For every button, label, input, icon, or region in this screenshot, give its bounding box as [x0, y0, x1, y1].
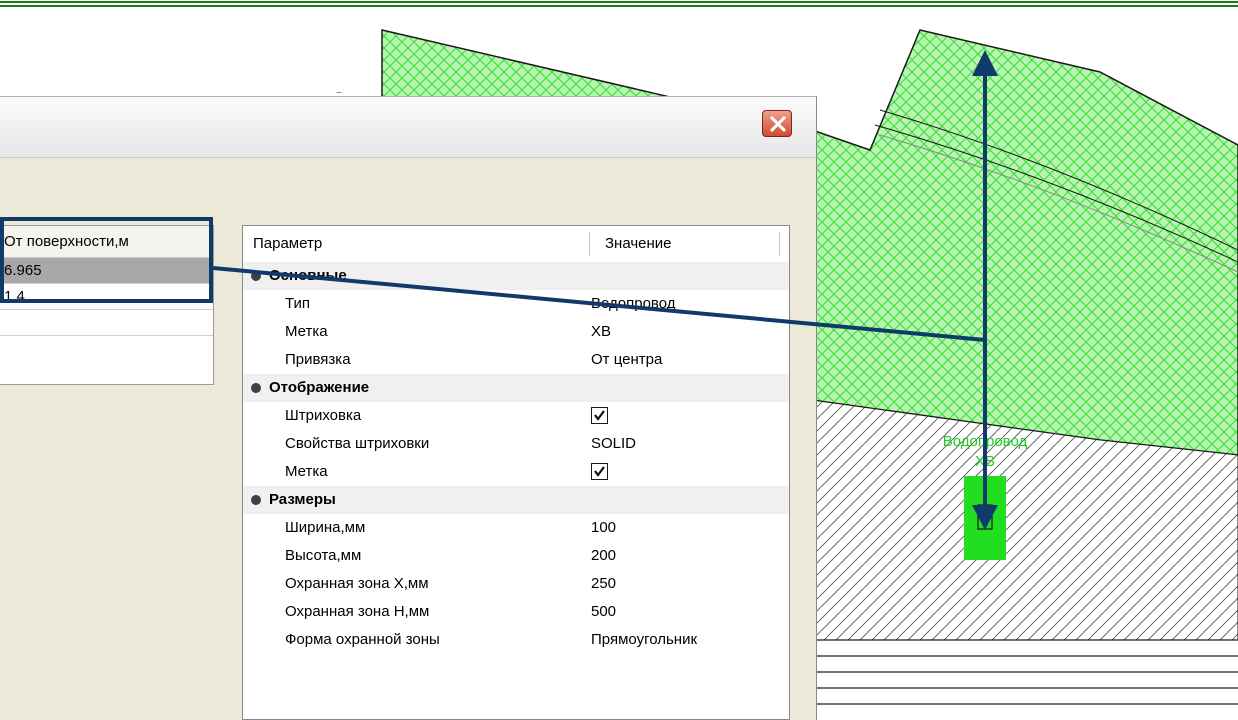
property-row-height[interactable]: Высота,мм 200 [243, 542, 789, 570]
property-row-zone-h[interactable]: Охранная зона H,мм 500 [243, 598, 789, 626]
property-row-hatch-props[interactable]: Свойства штриховки SOLID [243, 430, 789, 458]
property-value[interactable]: 500 [591, 598, 616, 626]
property-grid: Параметр Значение Основные Тип Водопрово… [242, 225, 790, 720]
property-value[interactable]: От центра [591, 346, 662, 374]
property-value[interactable]: Прямоугольник [591, 626, 697, 654]
property-name: Высота,мм [285, 547, 362, 564]
property-row-mark-show[interactable]: Метка [243, 458, 789, 486]
depth-grid-row[interactable]: 1.4 [0, 284, 213, 310]
property-name: Охранная зона X,мм [285, 575, 429, 592]
category-label: Размеры [269, 491, 336, 508]
property-row-width[interactable]: Ширина,мм 100 [243, 514, 789, 542]
property-name: Ширина,мм [285, 519, 366, 536]
property-value[interactable]: Водопровод [591, 290, 676, 318]
property-row-anchor[interactable]: Привязка От центра [243, 346, 789, 374]
depth-grid-row[interactable]: 6.965 [0, 258, 213, 284]
category-main[interactable]: Основные [243, 262, 789, 290]
close-icon [769, 116, 787, 132]
category-display[interactable]: Отображение [243, 374, 789, 402]
property-grid-header: Параметр Значение [243, 226, 789, 263]
depth-grid-header[interactable]: От поверхности,м [0, 226, 213, 258]
properties-dialog: От поверхности,м 6.965 1.4 Параметр Знач… [0, 96, 817, 720]
property-row-hatch[interactable]: Штриховка [243, 402, 789, 430]
mark-checkbox[interactable] [591, 463, 608, 480]
column-separator[interactable] [589, 232, 590, 256]
property-row-zone-x[interactable]: Охранная зона X,мм 250 [243, 570, 789, 598]
column-separator[interactable] [779, 232, 780, 256]
category-label: Основные [269, 267, 347, 284]
depth-grid-row[interactable] [0, 310, 213, 336]
close-button[interactable] [762, 110, 792, 137]
property-row-zone-shape[interactable]: Форма охранной зоны Прямоугольник [243, 626, 789, 654]
property-name: Метка [285, 323, 328, 340]
column-header-value[interactable]: Значение [605, 235, 672, 252]
property-value[interactable]: 250 [591, 570, 616, 598]
property-name: Метка [285, 463, 328, 480]
property-name: Привязка [285, 351, 351, 368]
category-sizes[interactable]: Размеры [243, 486, 789, 514]
bullet-icon [251, 383, 261, 393]
property-value[interactable]: 100 [591, 514, 616, 542]
property-value[interactable]: ХВ [591, 318, 611, 346]
bullet-icon [251, 271, 261, 281]
dialog-titlebar[interactable] [0, 97, 816, 158]
property-name: Свойства штриховки [285, 435, 430, 452]
checkmark-icon [594, 466, 605, 477]
layer-lines [812, 639, 1238, 705]
property-name: Тип [285, 295, 311, 312]
bullet-icon [251, 495, 261, 505]
property-name: Штриховка [285, 407, 362, 424]
property-name: Форма охранной зоны [285, 631, 440, 648]
property-name: Охранная зона H,мм [285, 603, 430, 620]
property-value[interactable]: SOLID [591, 430, 636, 458]
category-label: Отображение [269, 379, 370, 396]
property-row-type[interactable]: Тип Водопровод [243, 290, 789, 318]
column-header-param[interactable]: Параметр [253, 235, 322, 252]
property-row-mark[interactable]: Метка ХВ [243, 318, 789, 346]
property-value[interactable]: 200 [591, 542, 616, 570]
depth-grid: От поверхности,м 6.965 1.4 [0, 225, 214, 385]
checkmark-icon [594, 410, 605, 421]
hatch-checkbox[interactable] [591, 407, 608, 424]
